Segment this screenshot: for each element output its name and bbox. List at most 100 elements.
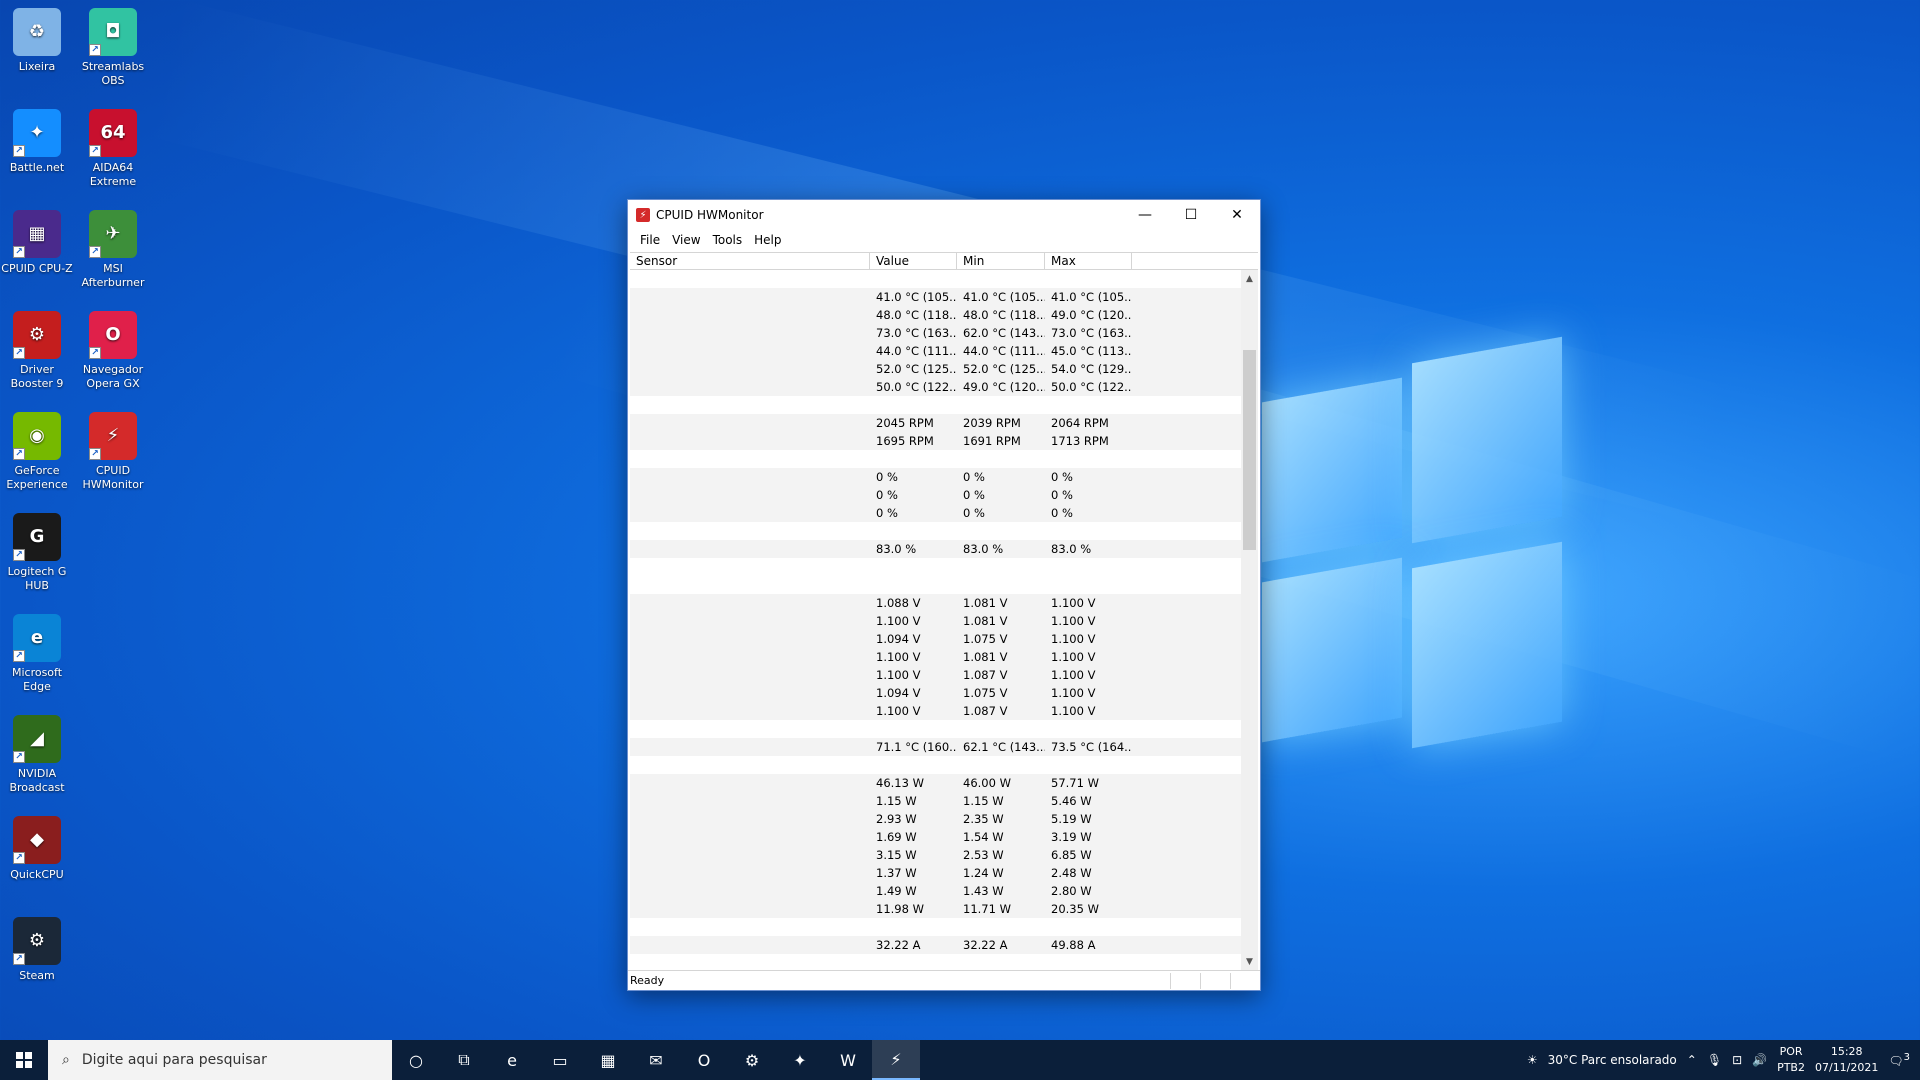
tree-group-row[interactable]: −⚙Powers [630,756,1242,774]
sensor-row[interactable]: FANPWM00 %0 %0 % [630,468,1242,486]
desktop-icon[interactable]: ✦ ↗ Battle.net [0,109,75,175]
search-box[interactable]: ⌕ Digite aqui para pesquisar [48,1040,392,1080]
menu-file[interactable]: File [634,233,666,247]
sensor-row[interactable]: CPU2045 RPM2039 RPM2064 RPM [630,414,1242,432]
opera-gx-icon[interactable]: O [680,1040,728,1080]
clock[interactable]: 15:28 07/11/2021 [1815,1044,1878,1076]
mail-icon[interactable]: ✉ [632,1040,680,1080]
sensor-tree[interactable]: −🌡TemperaturesTMPIN041.0 °C (105....41.0… [630,270,1258,970]
close-button[interactable]: ✕ [1214,200,1260,230]
tree-group-row[interactable]: −▣AMD Ryzen 5 5600X [630,558,1242,576]
sensor-row[interactable]: TMPIN148.0 °C (118....48.0 °C (118....49… [630,306,1242,324]
volume-icon[interactable]: 🔊 [1752,1053,1767,1067]
desktop-icon[interactable]: 64 ↗ AIDA64 Extreme [75,109,151,189]
desktop-icon[interactable]: ◘ ↗ Streamlabs OBS [75,8,151,88]
minimize-button[interactable]: — [1122,200,1168,230]
tree-group-row[interactable]: −〜Currents [630,918,1242,936]
sensor-row[interactable]: CPU32.22 A32.22 A49.88 A [630,936,1242,954]
sensor-row[interactable]: VID #21.100 V1.081 V1.100 V [630,648,1242,666]
network-icon[interactable]: ⊡ [1732,1053,1742,1067]
sensor-row[interactable]: Core #41.37 W1.24 W2.48 W [630,864,1242,882]
desktop-icon[interactable]: ♻ Lixeira [0,8,75,74]
desktop-icon[interactable]: ✈ ↗ MSI Afterburner [75,210,151,290]
sensor-value: 1.37 W [876,866,917,880]
sensor-value: 1.088 V [876,596,921,610]
store-icon[interactable]: ▦ [584,1040,632,1080]
sensor-row[interactable]: TMPIN273.0 °C (163....62.0 °C (143....73… [630,324,1242,342]
start-button[interactable] [0,1040,48,1080]
scroll-up-icon[interactable]: ▲ [1241,270,1258,287]
tree-group-row[interactable]: −✣Fans [630,396,1242,414]
desktop-icon[interactable]: ⚡ ↗ CPUID HWMonitor [75,412,151,492]
warzone-icon[interactable]: W [824,1040,872,1080]
sensor-row[interactable]: Core #01.15 W1.15 W5.46 W [630,792,1242,810]
sensor-row[interactable]: Core #33.15 W2.53 W6.85 W [630,846,1242,864]
notification-count: 3 [1903,1052,1910,1063]
desktop-icon[interactable]: G ↗ Logitech G HUB [0,513,75,593]
menu-tools[interactable]: Tools [707,233,749,247]
sensor-row[interactable]: CPU VDD1.088 V1.081 V1.100 V [630,594,1242,612]
desktop-icon[interactable]: ◉ ↗ GeForce Experience [0,412,75,492]
hwmonitor-icon[interactable]: ⚡ [872,1040,920,1080]
column-max[interactable]: Max [1045,253,1132,269]
notification-icon[interactable]: 🗨3 [1888,1052,1910,1068]
column-min[interactable]: Min [957,253,1045,269]
sensor-row[interactable]: FANPWM20 %0 %0 % [630,504,1242,522]
tree-group-row[interactable]: −〰Voltages [630,576,1242,594]
tree-group-row[interactable]: −🌡Temperatures [630,270,1242,288]
sensor-row[interactable]: Core #12.93 W2.35 W5.19 W [630,810,1242,828]
sensor-row[interactable]: TMPIN550.0 °C (122....49.0 °C (120....50… [630,378,1242,396]
tree-group-row[interactable]: −▤Utilization [630,954,1242,970]
sensor-row[interactable]: Core #51.49 W1.43 W2.80 W [630,882,1242,900]
desktop-icon[interactable]: ⚙ ↗ Driver Booster 9 [0,311,75,391]
sensor-max: 57.71 W [1051,776,1099,790]
sensor-row[interactable]: TMPIN452.0 °C (125....52.0 °C (125....54… [630,360,1242,378]
sensor-min: 41.0 °C (105.... [963,290,1045,304]
weather-icon[interactable]: ☀ [1527,1053,1538,1067]
sensor-row[interactable]: Cores11.98 W11.71 W20.35 W [630,900,1242,918]
cortana-icon[interactable]: ○ [392,1040,440,1080]
vertical-scrollbar[interactable]: ▲ ▼ [1241,270,1258,970]
driver-booster-icon[interactable]: ⚙ [728,1040,776,1080]
desktop-icon[interactable]: ◆ ↗ QuickCPU [0,816,75,882]
weather-text[interactable]: 30°C Parc ensolarado [1548,1053,1677,1067]
tree-group-row[interactable]: −✣Fans PWM [630,450,1242,468]
desktop-icon[interactable]: ◢ ↗ NVIDIA Broadcast [0,715,75,795]
driver-booster-icon: ⚙ ↗ [13,311,61,359]
file-explorer-icon[interactable]: ▭ [536,1040,584,1080]
sensor-row[interactable]: Package (Node 0)71.1 °C (160....62.1 °C … [630,738,1242,756]
language-indicator[interactable]: POR PTB2 [1777,1044,1805,1076]
battlenet-icon[interactable]: ✦ [776,1040,824,1080]
sensor-row[interactable]: System Memory83.0 %83.0 %83.0 % [630,540,1242,558]
sensor-row[interactable]: FANIN21695 RPM1691 RPM1713 RPM [630,432,1242,450]
sensor-row[interactable]: TMPIN041.0 °C (105....41.0 °C (105....41… [630,288,1242,306]
column-sensor[interactable]: Sensor [630,253,870,269]
menu-help[interactable]: Help [748,233,787,247]
sensor-row[interactable]: Core #21.69 W1.54 W3.19 W [630,828,1242,846]
sensor-row[interactable]: TMPIN344.0 °C (111....44.0 °C (111....45… [630,342,1242,360]
sensor-row[interactable]: VID #41.094 V1.075 V1.100 V [630,684,1242,702]
sensor-row[interactable]: FANPWM10 %0 %0 % [630,486,1242,504]
sensor-max: 50.0 °C (122.... [1051,380,1132,394]
sensor-row[interactable]: Package46.13 W46.00 W57.71 W [630,774,1242,792]
tree-group-row[interactable]: −🌡Temperatures [630,720,1242,738]
sensor-row[interactable]: VID #11.094 V1.075 V1.100 V [630,630,1242,648]
scroll-down-icon[interactable]: ▼ [1241,953,1258,970]
sensor-row[interactable]: VID #51.100 V1.087 V1.100 V [630,702,1242,720]
desktop-icon[interactable]: O ↗ Navegador Opera GX [75,311,151,391]
edge-icon[interactable]: e [488,1040,536,1080]
desktop-icon[interactable]: ▦ ↗ CPUID CPU-Z [0,210,75,276]
desktop-icon[interactable]: e ↗ Microsoft Edge [0,614,75,694]
maximize-button[interactable]: ☐ [1168,200,1214,230]
column-value[interactable]: Value [870,253,957,269]
desktop-icon[interactable]: ⚙ ↗ Steam [0,917,75,983]
chevron-up-icon[interactable]: ⌃ [1687,1053,1697,1067]
task-view-icon[interactable]: ⧉ [440,1040,488,1080]
sensor-row[interactable]: VID #31.100 V1.087 V1.100 V [630,666,1242,684]
menu-view[interactable]: View [666,233,706,247]
tree-group-row[interactable]: −▤Utilization [630,522,1242,540]
scroll-thumb[interactable] [1243,350,1256,550]
title-bar[interactable]: ⚡ CPUID HWMonitor — ☐ ✕ [628,200,1260,230]
microphone-icon[interactable]: 🎙 [1707,1053,1722,1067]
sensor-row[interactable]: VID #01.100 V1.081 V1.100 V [630,612,1242,630]
